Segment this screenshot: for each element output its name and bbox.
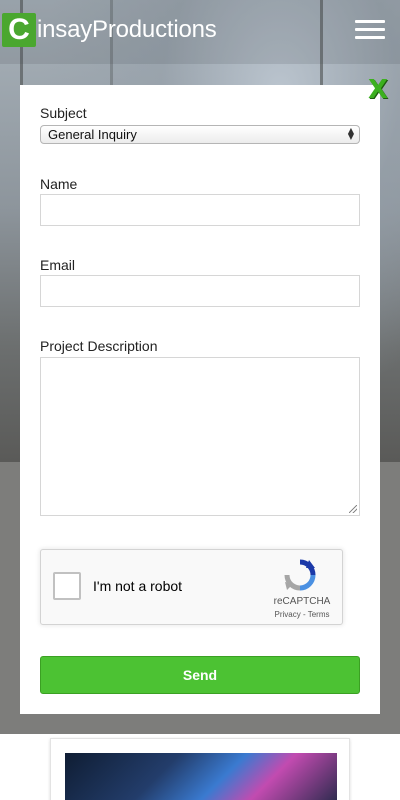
name-input[interactable] (40, 194, 360, 226)
subject-selected-value: General Inquiry (48, 127, 137, 142)
recaptcha-widget: I'm not a robot reCAPTCHA Privacy - Term… (40, 549, 343, 625)
subject-select[interactable]: General Inquiry ▲ ▼ (40, 125, 360, 144)
resize-grip-icon[interactable] (349, 505, 357, 513)
logo-mark: C (2, 13, 36, 47)
recaptcha-logo-icon (284, 559, 316, 591)
portfolio-card[interactable] (50, 738, 350, 800)
subject-label: Subject (40, 105, 87, 121)
close-modal-icon[interactable]: X (366, 77, 390, 103)
send-button[interactable]: Send (40, 656, 360, 694)
portfolio-thumbnail[interactable] (65, 753, 337, 800)
project-description-textarea[interactable] (40, 357, 360, 516)
select-arrows-icon: ▲ ▼ (347, 126, 354, 141)
project-description-label: Project Description (40, 338, 158, 354)
logo-text: insayProductions (37, 16, 217, 43)
site-logo[interactable]: C insayProductions (2, 13, 217, 47)
hamburger-menu-icon[interactable] (355, 20, 385, 40)
site-header: C insayProductions (0, 0, 400, 64)
recaptcha-label: I'm not a robot (93, 578, 183, 594)
recaptcha-checkbox[interactable] (53, 572, 81, 600)
email-label: Email (40, 257, 76, 273)
name-label: Name (40, 176, 78, 192)
recaptcha-brand: reCAPTCHA (273, 596, 331, 607)
contact-form-modal: Subject General Inquiry ▲ ▼ Name Email Pr… (20, 85, 380, 714)
email-input[interactable] (40, 275, 360, 307)
recaptcha-privacy-terms-links[interactable]: Privacy - Terms (267, 610, 337, 619)
